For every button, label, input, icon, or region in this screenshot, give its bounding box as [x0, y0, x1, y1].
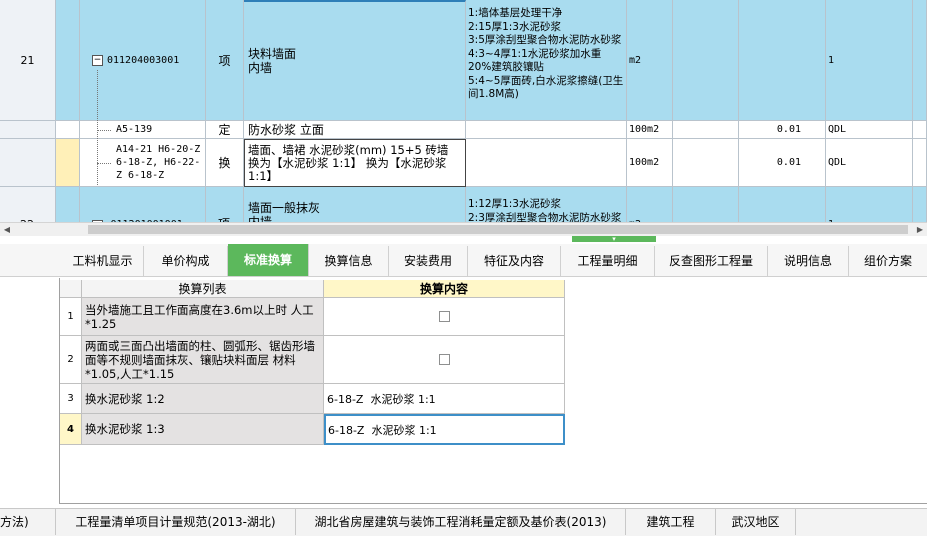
panel-splitter[interactable] — [0, 236, 927, 244]
item-extra-cell — [913, 0, 927, 121]
item-qty2-cell[interactable]: QDL — [826, 121, 913, 139]
row-number — [0, 121, 56, 139]
tab-conversion-info[interactable]: 换算信息 — [309, 246, 389, 276]
status-project-type[interactable]: 建筑工程 — [626, 509, 716, 535]
row-number: 3 — [60, 384, 82, 414]
row-indicator — [56, 0, 80, 121]
conversion-item[interactable]: 换水泥砂浆 1:2 — [82, 384, 324, 414]
item-unit-cell[interactable]: m2 — [627, 187, 673, 224]
conversion-content[interactable] — [324, 298, 565, 336]
item-qty-cell[interactable]: 0.01 — [739, 139, 826, 187]
item-name-cell[interactable]: 防水砂浆 立面 — [244, 121, 466, 139]
conversion-content[interactable] — [324, 336, 565, 384]
status-region[interactable]: 武汉地区 — [716, 509, 796, 535]
scroll-left-arrow[interactable]: ◀ — [0, 223, 14, 236]
conversion-checkbox[interactable] — [438, 354, 450, 365]
header-conversion-content: 换算内容 — [324, 280, 565, 298]
upper-grid: 21 − 011204003001 项 块料墙面 内墙 1:墙体基层处理干净 2… — [0, 0, 927, 224]
chevron-down-icon: ▾ — [612, 235, 616, 243]
item-expr-cell[interactable] — [673, 0, 739, 121]
conversion-item[interactable]: 两面或三面凸出墙面的柱、圆弧形、锯齿形墙面等不规则墙面抹灰、镶贴块料面层 材料*… — [82, 336, 324, 384]
item-code-cell[interactable]: − 011204003001 — [80, 0, 206, 121]
row-indicator — [56, 121, 80, 139]
conversion-checkbox[interactable] — [438, 311, 450, 322]
item-unit-cell[interactable]: m2 — [627, 0, 673, 121]
scroll-thumb[interactable] — [88, 225, 908, 234]
conversion-item[interactable]: 当外墙施工且工作面高度在3.6m以上时 人工*1.25 — [82, 298, 324, 336]
item-extra-cell — [913, 187, 927, 224]
item-name-cell[interactable]: 墙面一般抹灰 内墙 — [244, 187, 466, 224]
item-expr-cell[interactable] — [673, 187, 739, 224]
row-indicator — [56, 139, 80, 187]
tab-features[interactable]: 特征及内容 — [468, 246, 561, 276]
item-feature-cell[interactable]: 1:12厚1:3水泥砂浆 2:3厚涂刮型聚合物水泥防水砂浆 — [466, 187, 627, 224]
row-number: 22 — [0, 187, 56, 224]
splitter-handle[interactable]: ▾ — [572, 235, 656, 243]
item-name-cell[interactable]: 墙面、墙裙 水泥砂浆(mm) 15+5 砖墙 换为【水泥砂浆 1:1】 换为【水… — [244, 139, 466, 187]
item-qty2-cell[interactable]: 1 — [826, 187, 913, 224]
tab-labor-material[interactable]: 工料机显示 — [62, 246, 144, 276]
tab-install-fee[interactable]: 安装费用 — [389, 246, 468, 276]
item-extra-cell — [913, 121, 927, 139]
item-qty2-cell[interactable]: QDL — [826, 139, 913, 187]
conversion-content-selected[interactable]: 6-18-Z 水泥砂浆 1:1 — [324, 414, 565, 445]
item-qty-cell[interactable] — [739, 187, 826, 224]
row-number: 4 — [60, 414, 82, 445]
collapse-icon[interactable]: − — [92, 54, 103, 66]
tab-pricing-plan[interactable]: 组价方案 — [849, 246, 927, 276]
conversion-item[interactable]: 换水泥砂浆 1:3 — [82, 414, 324, 445]
header-conversion-list: 换算列表 — [82, 280, 324, 298]
tab-unit-price[interactable]: 单价构成 — [144, 246, 228, 276]
item-qty2-cell[interactable]: 1 — [826, 0, 913, 121]
item-type-cell[interactable]: 项 — [206, 187, 244, 224]
item-unit-cell[interactable]: 100m2 — [627, 121, 673, 139]
item-qty-cell[interactable] — [739, 0, 826, 121]
corner-header — [60, 280, 82, 298]
row-number: 2 — [60, 336, 82, 384]
tree-line — [97, 130, 111, 131]
item-feature-cell[interactable]: 1:墙体基层处理干净 2:15厚1:3水泥砂浆 3:5厚涂刮型聚合物水泥防水砂浆… — [466, 0, 627, 121]
row-number: 21 — [0, 0, 56, 121]
item-code-cell[interactable]: − 011201001001 — [80, 187, 206, 224]
item-extra-cell — [913, 139, 927, 187]
item-name-cell[interactable]: 块料墙面 内墙 — [244, 0, 466, 121]
row-number: 1 — [60, 298, 82, 336]
item-expr-cell[interactable] — [673, 139, 739, 187]
scroll-right-arrow[interactable]: ▶ — [913, 223, 927, 236]
item-type-cell[interactable]: 换 — [206, 139, 244, 187]
item-expr-cell[interactable] — [673, 121, 739, 139]
item-qty-cell[interactable]: 0.01 — [739, 121, 826, 139]
item-feature-cell[interactable] — [466, 121, 627, 139]
tab-standard-conversion[interactable]: 标准换算 — [228, 244, 309, 276]
item-unit-cell[interactable]: 100m2 — [627, 139, 673, 187]
item-feature-cell[interactable] — [466, 139, 627, 187]
item-type-cell[interactable]: 项 — [206, 0, 244, 121]
horizontal-scrollbar[interactable]: ◀ ▶ — [0, 222, 927, 236]
conversion-content[interactable]: 6-18-Z 水泥砂浆 1:1 — [324, 384, 565, 414]
status-quota[interactable]: 湖北省房屋建筑与装饰工程消耗量定额及基价表(2013) — [296, 509, 626, 535]
tab-description[interactable]: 说明信息 — [768, 246, 849, 276]
row-number — [0, 139, 56, 187]
tab-quantity-detail[interactable]: 工程量明细 — [561, 246, 655, 276]
tree-line — [97, 70, 98, 185]
row-indicator — [56, 187, 80, 224]
item-type-cell[interactable]: 定 — [206, 121, 244, 139]
status-method: 方法) — [0, 509, 56, 535]
tab-graphic-quantity[interactable]: 反查图形工程量 — [655, 246, 768, 276]
tree-line — [97, 163, 111, 164]
status-spec[interactable]: 工程量清单项目计量规范(2013-湖北) — [56, 509, 296, 535]
